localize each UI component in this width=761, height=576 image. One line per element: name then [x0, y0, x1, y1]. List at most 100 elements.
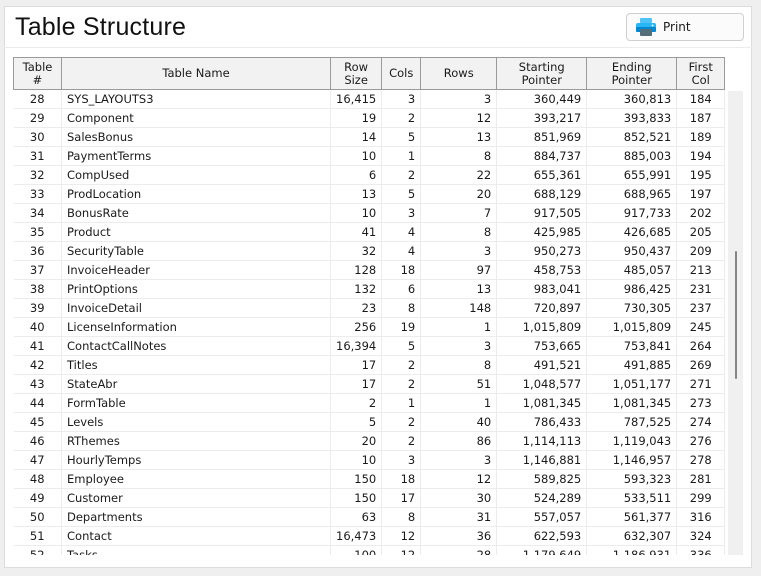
cell-rows: 51 — [420, 374, 497, 394]
cell-first-col: 195 — [676, 165, 726, 185]
cell-starting-pointer: 491,521 — [496, 355, 587, 375]
table-row[interactable]: 32 CompUsed 6 2 22 655,361 655,991 195 — [13, 165, 726, 185]
cell-first-col: 264 — [676, 336, 726, 356]
table-row[interactable]: 29 Component 19 2 12 393,217 393,833 187 — [13, 108, 726, 128]
table-row[interactable]: 40 LicenseInformation 256 19 1 1,015,809 1,015… — [13, 317, 726, 337]
cell-rows: 8 — [420, 146, 497, 166]
table-row[interactable]: 28 SYS_LAYOUTS3 16,415 3 3 360,449 360,813 184 — [13, 89, 726, 109]
cell-ending-pointer: 1,051,177 — [586, 374, 677, 394]
grid-body: 28 SYS_LAYOUTS3 16,415 3 3 360,449 360,813 184 2… — [13, 89, 726, 555]
cell-rows: 22 — [420, 165, 497, 185]
cell-table-number: 45 — [13, 412, 62, 432]
table-row[interactable]: 46 RThemes 20 2 86 1,114,113 1,119,043 276 — [13, 431, 726, 451]
cell-row-size: 16,394 — [329, 336, 382, 356]
table-row[interactable]: 50 Departments 63 8 31 557,057 561,377 316 — [13, 507, 726, 527]
cell-table-number: 49 — [13, 488, 62, 508]
vertical-scrollbar[interactable] — [728, 91, 743, 555]
cell-starting-pointer: 557,057 — [496, 507, 587, 527]
table-row[interactable]: 45 Levels 5 2 40 786,433 787,525 274 — [13, 412, 726, 432]
cell-ending-pointer: 632,307 — [586, 526, 677, 546]
cell-table-number: 39 — [13, 298, 62, 318]
cell-row-size: 17 — [329, 374, 382, 394]
print-button-label: Print — [663, 20, 691, 34]
table-row[interactable]: 35 Product 41 4 8 425,985 426,685 205 — [13, 222, 726, 242]
cell-rows: 97 — [420, 260, 497, 280]
cell-row-size: 10 — [329, 450, 382, 470]
column-header-row-size[interactable]: Row Size — [329, 57, 383, 90]
column-header-starting-pointer[interactable]: Starting Pointer — [496, 57, 588, 90]
table-row[interactable]: 49 Customer 150 17 30 524,289 533,511 299 — [13, 488, 726, 508]
column-header-ending-pointer[interactable]: Ending Pointer — [586, 57, 678, 90]
cell-first-col: 278 — [676, 450, 726, 470]
cell-table-number: 37 — [13, 260, 62, 280]
cell-table-number: 36 — [13, 241, 62, 261]
table-row[interactable]: 48 Employee 150 18 12 589,825 593,323 281 — [13, 469, 726, 489]
cell-cols: 4 — [381, 222, 421, 242]
table-row[interactable]: 36 SecurityTable 32 4 3 950,273 950,437 209 — [13, 241, 726, 261]
cell-starting-pointer: 589,825 — [496, 469, 587, 489]
cell-row-size: 128 — [329, 260, 382, 280]
cell-rows: 40 — [420, 412, 497, 432]
cell-table-name: Titles — [61, 355, 331, 375]
cell-first-col: 231 — [676, 279, 726, 299]
table-row[interactable]: 41 ContactCallNotes 16,394 5 3 753,665 753,841… — [13, 336, 726, 356]
cell-first-col: 194 — [676, 146, 726, 166]
cell-cols: 5 — [381, 336, 421, 356]
cell-row-size: 132 — [329, 279, 382, 299]
table-row[interactable]: 39 InvoiceDetail 23 8 148 720,897 730,305 237 — [13, 298, 726, 318]
cell-rows: 13 — [420, 127, 497, 147]
cell-table-name: Contact — [61, 526, 331, 546]
cell-starting-pointer: 1,015,809 — [496, 317, 587, 337]
cell-row-size: 256 — [329, 317, 382, 337]
table-row[interactable]: 37 InvoiceHeader 128 18 97 458,753 485,057 213 — [13, 260, 726, 280]
cell-table-name: BonusRate — [61, 203, 331, 223]
cell-row-size: 20 — [329, 431, 382, 451]
cell-starting-pointer: 884,737 — [496, 146, 587, 166]
cell-ending-pointer: 1,119,043 — [586, 431, 677, 451]
print-button[interactable]: Print — [626, 13, 744, 41]
column-header-table-number[interactable]: Table # — [13, 57, 62, 90]
cell-table-name: SYS_LAYOUTS3 — [61, 89, 331, 109]
table-row[interactable]: 51 Contact 16,473 12 36 622,593 632,307 324 — [13, 526, 726, 546]
cell-cols: 19 — [381, 317, 421, 337]
table-row[interactable]: 42 Titles 17 2 8 491,521 491,885 269 — [13, 355, 726, 375]
column-header-cols[interactable]: Cols — [381, 57, 422, 90]
cell-table-name: ProdLocation — [61, 184, 331, 204]
table-row[interactable]: 43 StateAbr 17 2 51 1,048,577 1,051,177 271 — [13, 374, 726, 394]
cell-first-col: 273 — [676, 393, 726, 413]
cell-row-size: 10 — [329, 146, 382, 166]
cell-table-name: Customer — [61, 488, 331, 508]
cell-row-size: 17 — [329, 355, 382, 375]
cell-table-number: 28 — [13, 89, 62, 109]
cell-ending-pointer: 360,813 — [586, 89, 677, 109]
cell-row-size: 41 — [329, 222, 382, 242]
table-row[interactable]: 33 ProdLocation 13 5 20 688,129 688,965 197 — [13, 184, 726, 204]
cell-rows: 28 — [420, 545, 497, 555]
scrollbar-thumb[interactable] — [735, 251, 737, 379]
cell-first-col: 299 — [676, 488, 726, 508]
table-row[interactable]: 34 BonusRate 10 3 7 917,505 917,733 202 — [13, 203, 726, 223]
cell-cols: 12 — [381, 526, 421, 546]
table-row[interactable]: 44 FormTable 2 1 1 1,081,345 1,081,345 273 — [13, 393, 726, 413]
table-row[interactable]: 31 PaymentTerms 10 1 8 884,737 885,003 194 — [13, 146, 726, 166]
cell-table-name: InvoiceHeader — [61, 260, 331, 280]
cell-table-name: PrintOptions — [61, 279, 331, 299]
table-row[interactable]: 47 HourlyTemps 10 3 3 1,146,881 1,146,957 278 — [13, 450, 726, 470]
cell-table-name: Levels — [61, 412, 331, 432]
table-row[interactable]: 52 Tasks 100 12 28 1,179,649 1,186,931 336 — [13, 545, 726, 555]
cell-row-size: 5 — [329, 412, 382, 432]
cell-cols: 5 — [381, 127, 421, 147]
cell-first-col: 237 — [676, 298, 726, 318]
column-header-table-name[interactable]: Table Name — [61, 57, 331, 90]
column-header-rows[interactable]: Rows — [420, 57, 498, 90]
cell-ending-pointer: 491,885 — [586, 355, 677, 375]
cell-starting-pointer: 393,217 — [496, 108, 587, 128]
cell-table-number: 42 — [13, 355, 62, 375]
table-row[interactable]: 38 PrintOptions 132 6 13 983,041 986,425 231 — [13, 279, 726, 299]
cell-table-number: 34 — [13, 203, 62, 223]
table-row[interactable]: 30 SalesBonus 14 5 13 851,969 852,521 189 — [13, 127, 726, 147]
table-structure-grid[interactable]: Table # Table Name Row Size Cols Rows Star… — [13, 57, 743, 555]
cell-starting-pointer: 950,273 — [496, 241, 587, 261]
cell-ending-pointer: 593,323 — [586, 469, 677, 489]
column-header-first-col[interactable]: First Col — [676, 57, 726, 90]
